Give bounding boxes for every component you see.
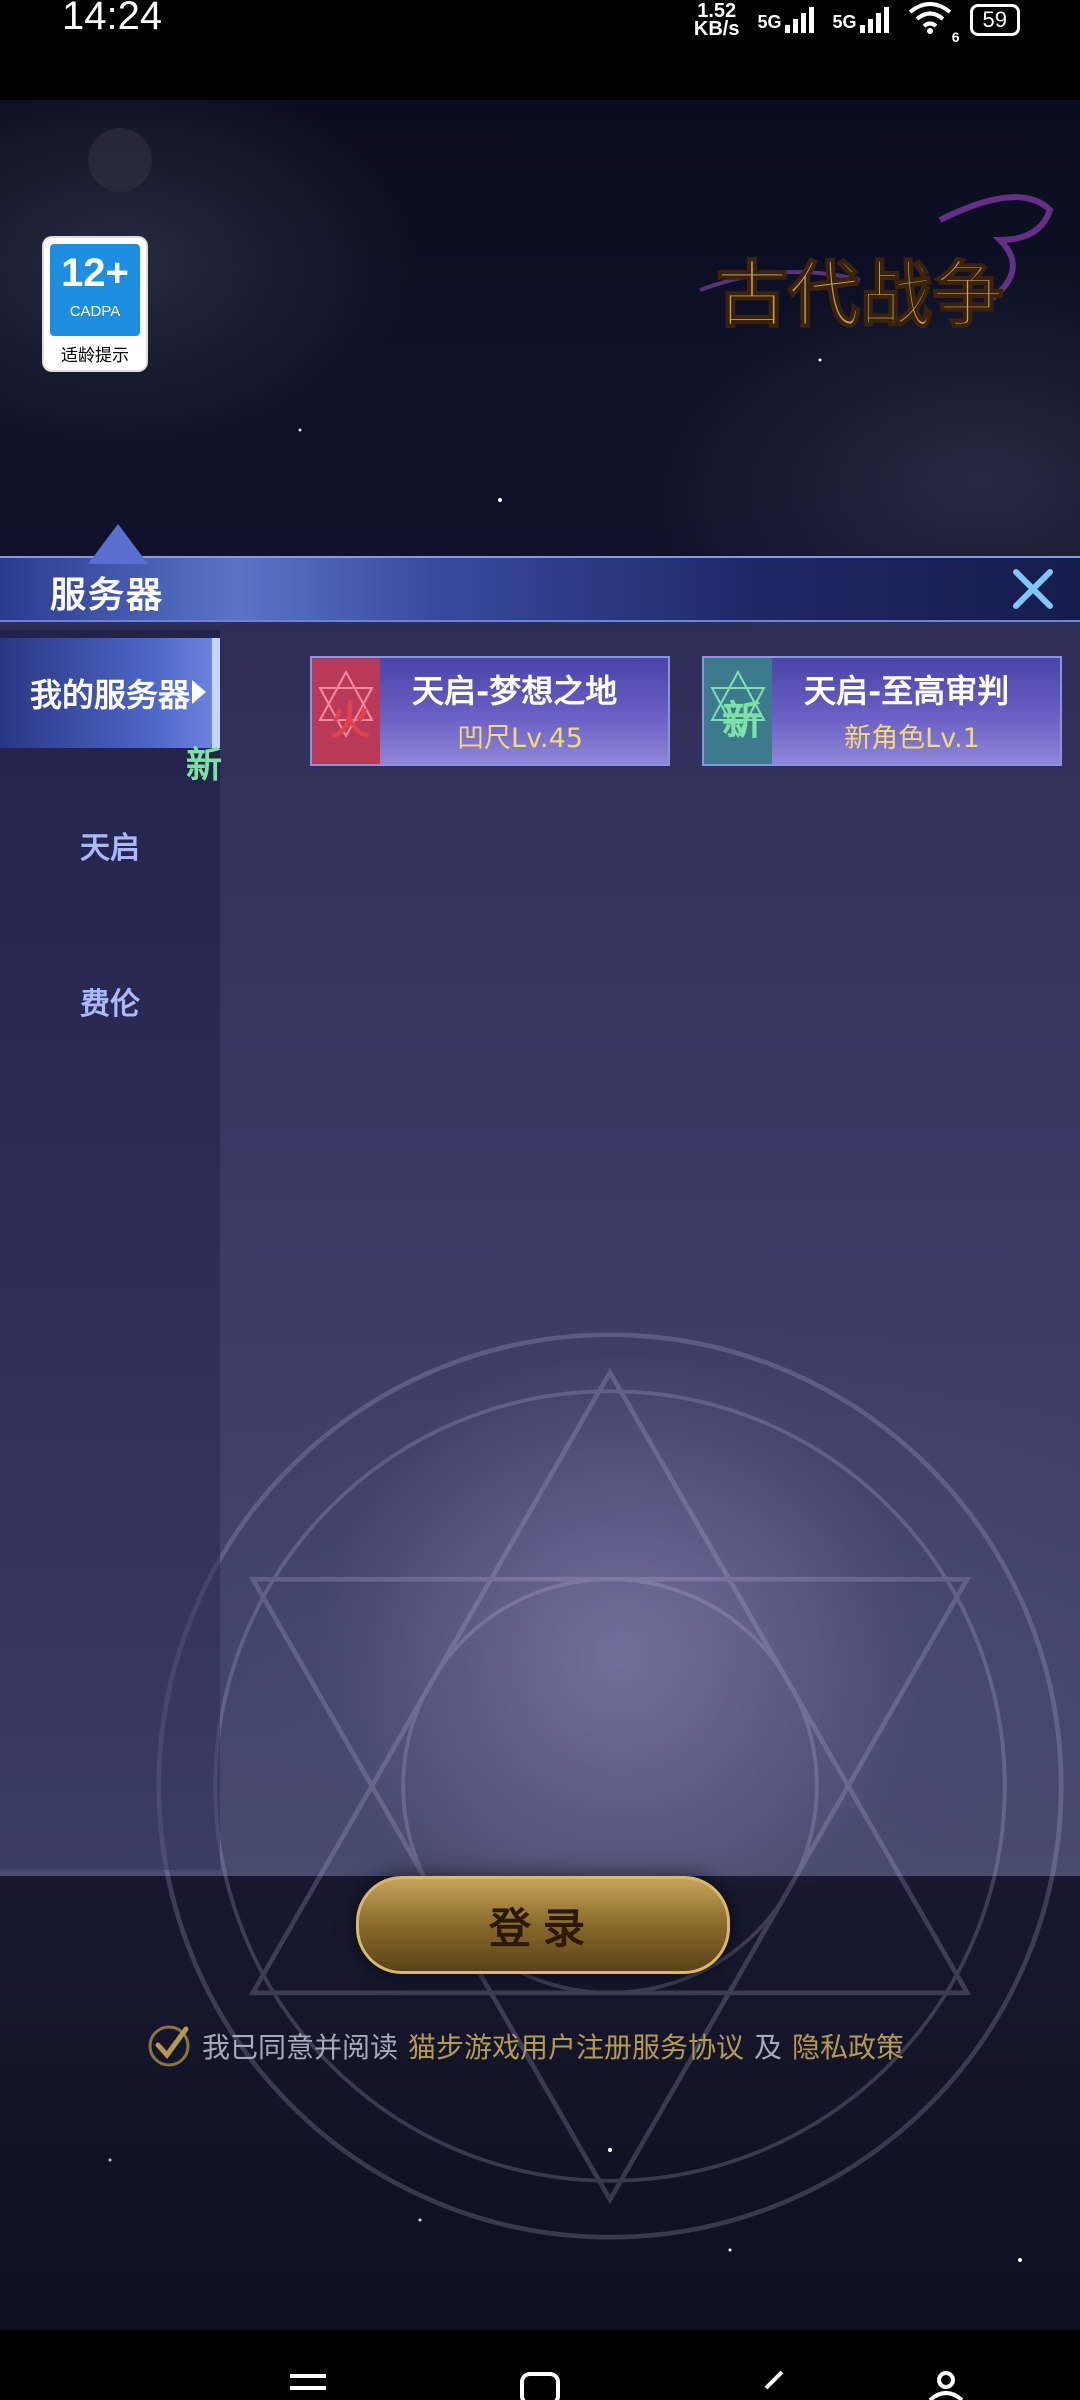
header-triangle-decoration (88, 524, 148, 564)
sidebar-item-label: 费伦 (80, 987, 140, 1022)
menu-icon[interactable] (286, 2370, 330, 2400)
panel-header: 服务器 (0, 524, 1080, 622)
system-nav-bar (0, 2330, 1080, 2400)
agreement-row: 我已同意并阅读 猫步游戏用户注册服务协议及隐私政策 (146, 2020, 904, 2072)
back-icon[interactable] (752, 2370, 796, 2400)
server-character-level: 新角色Lv.1 (844, 723, 980, 754)
user-agreement-link[interactable]: 猫步游戏用户注册服务协议 (408, 2026, 744, 2066)
server-panel: 服务器 我的服务器 天启 新 费伦 火 天启-梦想之地 凹尺Lv.45 新 天启… (0, 524, 1080, 2240)
server-region-sidebar: 我的服务器 天启 新 费伦 (0, 630, 223, 1870)
server-character-level: 凹尺Lv.45 (457, 723, 583, 754)
panel-title: 服务器 (50, 574, 165, 616)
age-rating-badge: 12+ CADPA 适龄提示 (44, 238, 146, 370)
agreement-prefix: 我已同意并阅读 (202, 2031, 399, 2064)
agreement-connector: 及 (754, 2031, 783, 2064)
age-rating-number: 12+ (61, 251, 129, 295)
battery-icon: 59 (969, 4, 1020, 36)
game-logo: 古代战争 (699, 194, 1054, 338)
magic-circle-decoration (156, 1332, 1064, 2240)
clock: 14:24 (62, 0, 163, 38)
sidebar-item-label: 我的服务器 (29, 676, 190, 714)
home-icon[interactable] (518, 2370, 562, 2400)
server-name: 天启-梦想之地 (412, 672, 618, 710)
server-card[interactable]: 新 天启-至高审判 新角色Lv.1 (702, 656, 1062, 766)
net-speed: 1.52 KB/s (693, 0, 740, 40)
privacy-policy-link[interactable]: 隐私政策 (792, 2026, 904, 2066)
wifi-icon: 6 (908, 1, 960, 45)
sidebar-item-tianqi[interactable]: 天启 (0, 790, 220, 900)
sidebar-item-label: 天启 (80, 831, 140, 866)
signal-icon-2: 5G (833, 7, 890, 33)
signal-icon: 5G (757, 7, 814, 33)
game-logo-text: 古代战争 (716, 252, 1004, 337)
age-rating-tip: 适龄提示 (61, 346, 129, 366)
sidebar-item-feilun[interactable]: 费伦 (0, 946, 220, 1056)
server-card[interactable]: 火 天启-梦想之地 凹尺Lv.45 (310, 656, 670, 766)
arrow-right-icon (192, 680, 206, 704)
login-button-label: 登录 (488, 1903, 597, 1953)
server-name: 天启-至高审判 (804, 672, 1010, 710)
sidebar-item-my-servers[interactable]: 我的服务器 (0, 638, 220, 748)
new-tag: 新 (186, 744, 223, 786)
status-bar: 14:24 1.52 KB/s 5G 5G 6 59 (0, 0, 1080, 100)
login-button[interactable]: 登录 (356, 1876, 730, 1974)
age-rating-org: CADPA (69, 303, 121, 320)
close-icon[interactable] (1008, 564, 1058, 614)
agreement-checkbox[interactable] (146, 2023, 192, 2069)
accessibility-icon[interactable] (924, 2370, 968, 2400)
status-icons: 1.52 KB/s 5G 5G 6 59 (693, 0, 1020, 45)
